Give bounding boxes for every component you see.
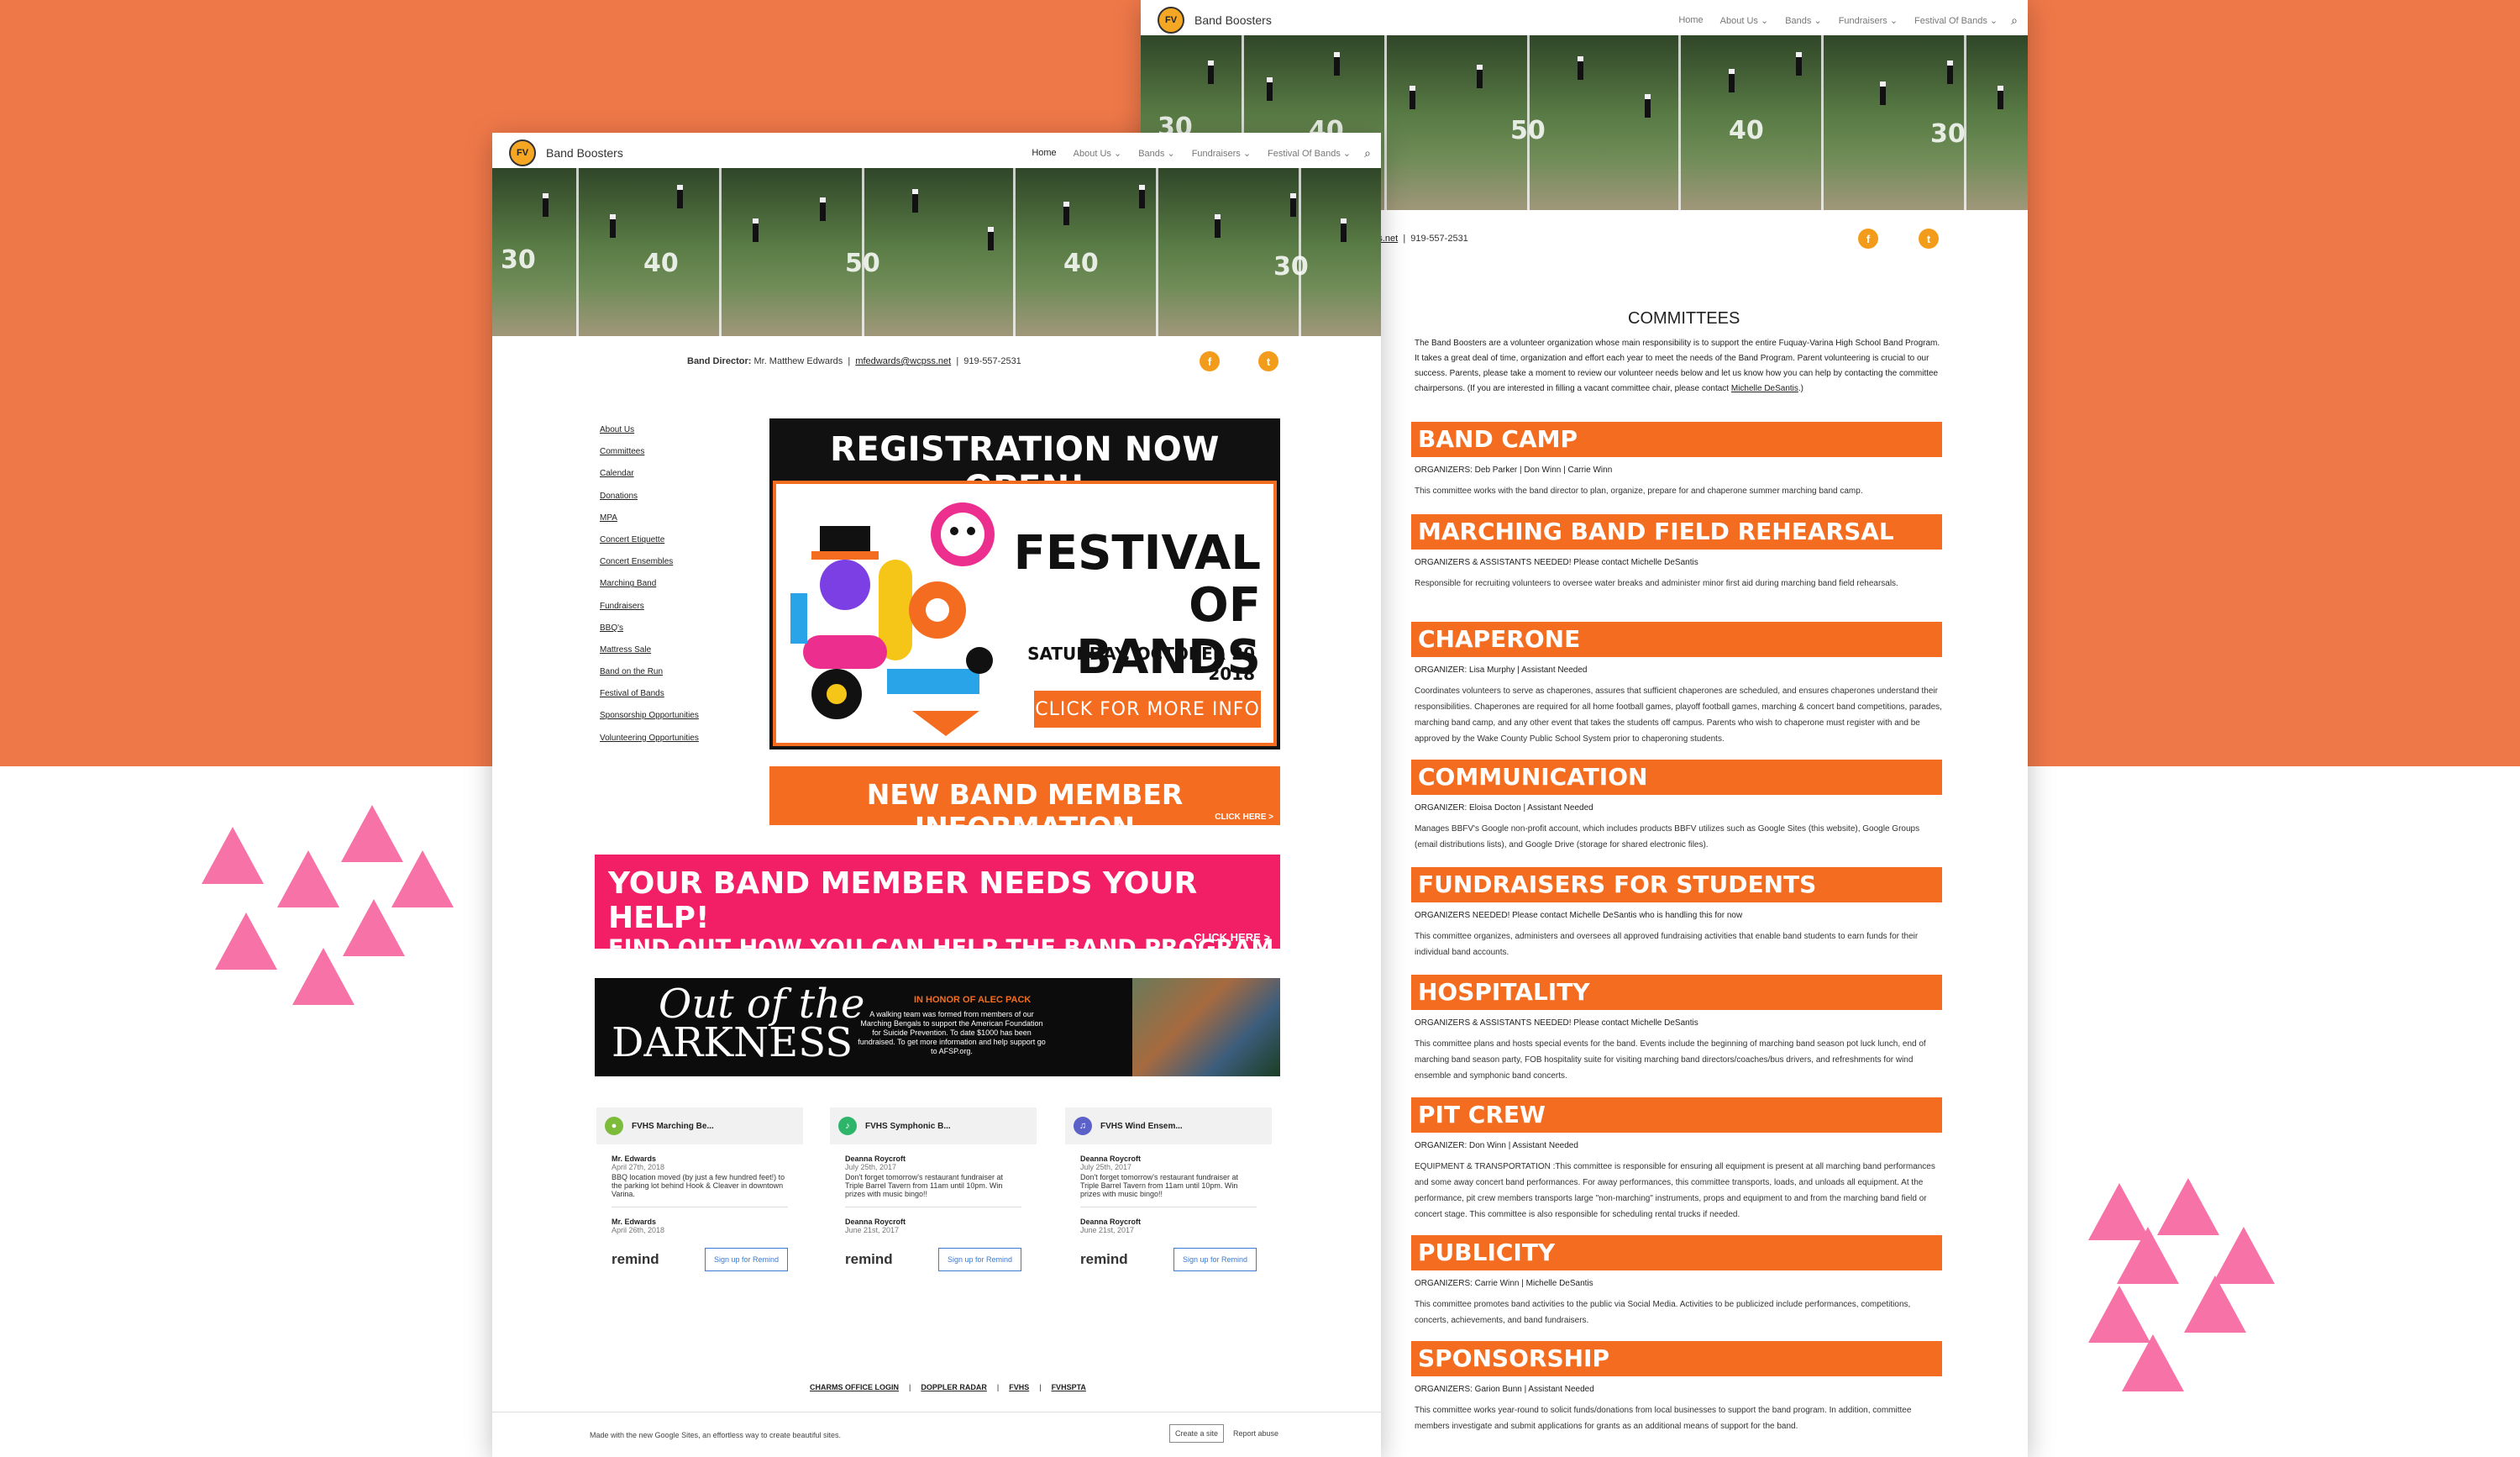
create-site-button[interactable]: Create a site bbox=[1169, 1424, 1225, 1443]
section-pit-crew: PIT CREW ORGANIZER: Don Winn | Assistant… bbox=[1411, 1097, 1942, 1223]
nav-festival[interactable]: Festival Of Bands ⌄ bbox=[1914, 15, 1998, 26]
facebook-icon[interactable]: f bbox=[1858, 229, 1878, 249]
more-info-button[interactable]: CLICK FOR MORE INFO bbox=[1034, 691, 1261, 728]
footer-link-fvhs[interactable]: FVHS bbox=[1009, 1383, 1029, 1391]
section-sponsorship: SPONSORSHIP ORGANIZERS: Garion Bunn | As… bbox=[1411, 1341, 1942, 1434]
ootd-photos bbox=[1132, 978, 1280, 1076]
nav-home[interactable]: Home bbox=[1678, 15, 1703, 26]
remind-signup-button[interactable]: Sign up for Remind bbox=[937, 1248, 1021, 1271]
remind-signup-button[interactable]: Sign up for Remind bbox=[704, 1248, 788, 1271]
section-chaperone: CHAPERONE ORGANIZER: Lisa Murphy | Assis… bbox=[1411, 622, 1942, 747]
nav-bands[interactable]: Bands ⌄ bbox=[1785, 15, 1821, 26]
sidebar-item[interactable]: Band on the Run bbox=[600, 667, 699, 689]
google-footer-text: Made with the new Google Sites, an effor… bbox=[590, 1431, 841, 1439]
facebook-icon-home[interactable]: f bbox=[1200, 351, 1220, 371]
ootd-text: A walking team was formed from members o… bbox=[858, 1010, 1046, 1055]
sidebar-item[interactable]: Sponsorship Opportunities bbox=[600, 711, 699, 733]
sidebar-item[interactable]: Festival of Bands bbox=[600, 689, 699, 711]
festival-banner[interactable]: REGISTRATION NOW OPEN! FESTIVAL OF BANDS… bbox=[769, 418, 1280, 750]
committees-title: COMMITTEES bbox=[1628, 309, 1740, 328]
sidebar-item[interactable]: BBQ's bbox=[600, 623, 699, 645]
remind-logo: remind bbox=[612, 1251, 659, 1267]
section-band-camp: BAND CAMP ORGANIZERS: Deb Parker | Don W… bbox=[1411, 422, 1942, 499]
class-icon: ♫ bbox=[1074, 1117, 1092, 1135]
remind-card: ♪ FVHS Symphonic B... Deanna Roycroft July… bbox=[830, 1107, 1037, 1271]
sidebar-item[interactable]: Calendar bbox=[600, 469, 699, 491]
out-of-darkness-banner[interactable]: Out of the DARKNESS IN HONOR OF ALEC PAC… bbox=[595, 978, 1280, 1076]
nav-home-active[interactable]: Home bbox=[1032, 148, 1056, 159]
sidebar-item[interactable]: Mattress Sale bbox=[600, 645, 699, 667]
site-logo[interactable]: FV bbox=[1158, 7, 1184, 34]
section-hospitality: HOSPITALITY ORGANIZERS & ASSISTANTS NEED… bbox=[1411, 975, 1942, 1084]
search-icon-home[interactable]: ⌕ bbox=[1364, 146, 1371, 160]
twitter-icon[interactable]: t bbox=[1919, 229, 1939, 249]
sidebar-item[interactable]: Volunteering Opportunities bbox=[600, 734, 699, 755]
nav-bands-home[interactable]: Bands ⌄ bbox=[1138, 148, 1174, 159]
search-icon[interactable]: ⌕ bbox=[2011, 13, 2018, 28]
festival-artwork bbox=[786, 492, 1006, 736]
nav-fundraisers[interactable]: Fundraisers ⌄ bbox=[1839, 15, 1898, 26]
footer-link-doppler[interactable]: DOPPLER RADAR bbox=[921, 1383, 987, 1391]
festival-date: SATURDAY, OCTOBER 20 2018 bbox=[1027, 644, 1255, 684]
help-click-here[interactable]: CLICK HERE > bbox=[1194, 931, 1270, 944]
remind-card: ♫ FVHS Wind Ensem... Deanna Roycroft July … bbox=[1065, 1107, 1272, 1271]
footer-link-fvhspta[interactable]: FVHSPTA bbox=[1052, 1383, 1086, 1391]
sidebar-item[interactable]: About Us bbox=[600, 425, 699, 447]
sidebar-item[interactable]: Concert Etiquette bbox=[600, 535, 699, 557]
section-communication: COMMUNICATION ORGANIZER: Eloisa Docton |… bbox=[1411, 760, 1942, 853]
email-link-home[interactable]: mfedwards@wcpss.net bbox=[855, 356, 951, 366]
hero-image-home: 30 40 50 40 30 bbox=[492, 168, 1381, 336]
section-fundraisers: FUNDRAISERS FOR STUDENTS ORGANIZERS NEED… bbox=[1411, 867, 1942, 960]
nav-festival-home[interactable]: Festival Of Bands ⌄ bbox=[1268, 148, 1351, 159]
class-icon: ♪ bbox=[838, 1117, 857, 1135]
nav-about-home[interactable]: About Us ⌄ bbox=[1074, 148, 1122, 159]
sidebar-item[interactable]: Concert Ensembles bbox=[600, 557, 699, 579]
ootd-logo: Out of the DARKNESS bbox=[612, 981, 865, 1066]
remind-logo: remind bbox=[845, 1251, 893, 1267]
sidebar-item[interactable]: Committees bbox=[600, 447, 699, 469]
site-title-home[interactable]: Band Boosters bbox=[546, 146, 623, 160]
section-field-rehearsal: MARCHING BAND FIELD REHEARSAL ORGANIZERS… bbox=[1411, 514, 1942, 592]
google-sites-footer: Made with the new Google Sites, an effor… bbox=[492, 1412, 1381, 1457]
sidebar-item[interactable]: MPA bbox=[600, 513, 699, 535]
sidebar-nav: About Us Committees Calendar Donations M… bbox=[600, 425, 699, 755]
sidebar-item[interactable]: Fundraisers bbox=[600, 602, 699, 623]
footer-link-charms[interactable]: CHARMS OFFICE LOGIN bbox=[810, 1383, 899, 1391]
committees-intro: The Band Boosters are a volunteer organi… bbox=[1415, 339, 1940, 393]
intro-contact-link[interactable]: Michelle DeSantis bbox=[1731, 384, 1798, 393]
report-abuse-link[interactable]: Report abuse bbox=[1233, 1429, 1278, 1438]
sidebar-item[interactable]: Donations bbox=[600, 492, 699, 513]
new-member-banner[interactable]: NEW BAND MEMBER INFORMATION CLICK HERE > bbox=[769, 766, 1280, 844]
footer-links: CHARMS OFFICE LOGIN | DOPPLER RADAR | FVHS… bbox=[810, 1383, 1086, 1391]
director-contact-home: Band Director: Mr. Matthew Edwards | mfe… bbox=[687, 356, 1021, 366]
remind-signup-button[interactable]: Sign up for Remind bbox=[1173, 1248, 1257, 1271]
remind-card: ● FVHS Marching Be... Mr. Edwards April 27… bbox=[596, 1107, 803, 1271]
sidebar-item[interactable]: Marching Band bbox=[600, 579, 699, 601]
help-banner[interactable]: YOUR BAND MEMBER NEEDS YOUR HELP! FIND O… bbox=[595, 855, 1280, 961]
nav-about[interactable]: About Us ⌄ bbox=[1720, 15, 1769, 26]
nav-fundraisers-home[interactable]: Fundraisers ⌄ bbox=[1192, 148, 1251, 159]
class-icon: ● bbox=[605, 1117, 623, 1135]
twitter-icon-home[interactable]: t bbox=[1258, 351, 1278, 371]
section-publicity: PUBLICITY ORGANIZERS: Carrie Winn | Mich… bbox=[1411, 1235, 1942, 1328]
site-logo-home[interactable]: FV bbox=[509, 139, 536, 166]
new-member-click-here[interactable]: CLICK HERE > bbox=[1215, 813, 1273, 822]
ootd-honor: IN HONOR OF ALEC PACK bbox=[914, 995, 1032, 1005]
remind-logo: remind bbox=[1080, 1251, 1128, 1267]
site-title[interactable]: Band Boosters bbox=[1194, 13, 1272, 27]
